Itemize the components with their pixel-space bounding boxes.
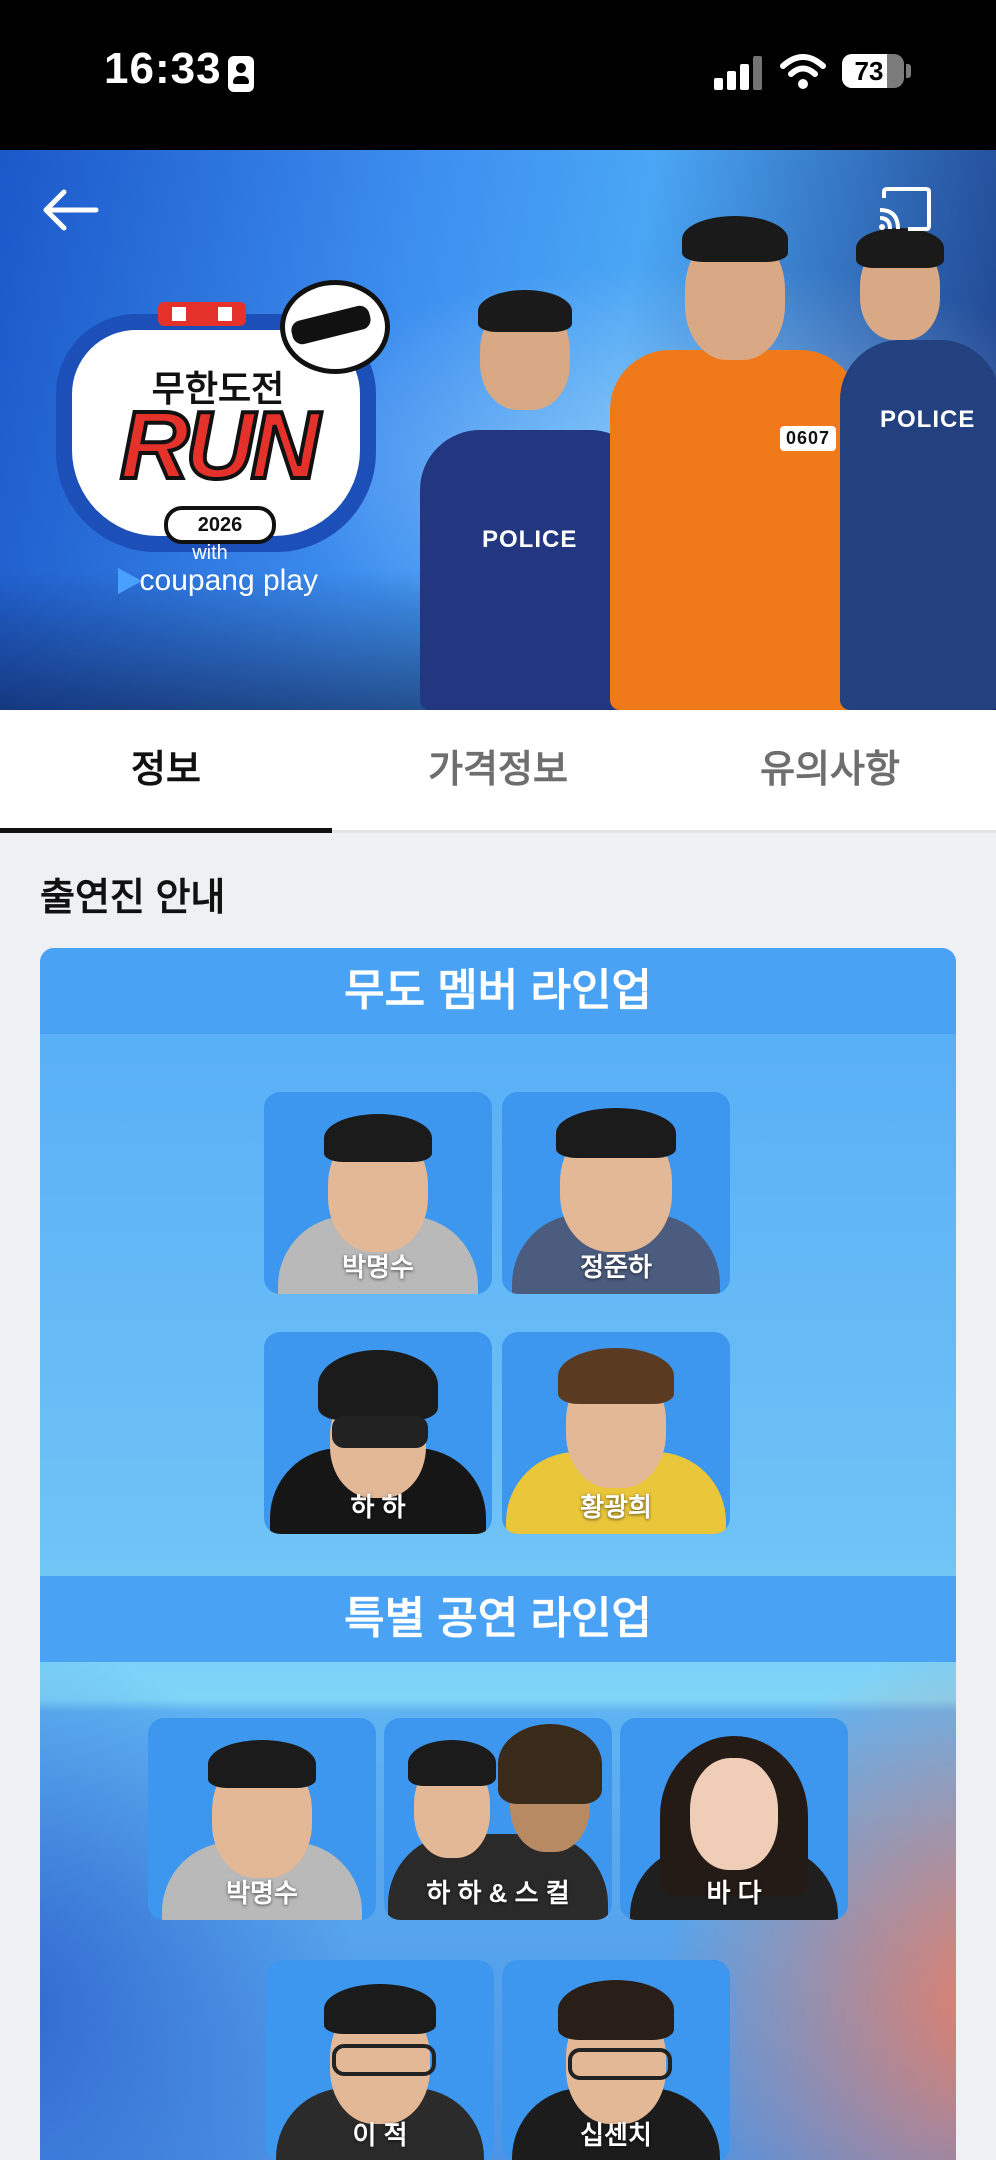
cast-card: 십센치 bbox=[502, 1960, 730, 2160]
battery-icon: 73 bbox=[842, 54, 904, 88]
cast-icon[interactable] bbox=[876, 186, 932, 232]
status-time: 16:33 bbox=[104, 44, 222, 93]
tab-price-info[interactable]: 가격정보 bbox=[332, 710, 664, 830]
tab-notice[interactable]: 유의사항 bbox=[664, 710, 996, 830]
tab-active-indicator bbox=[0, 828, 332, 833]
cast-lineup-poster: 무도 멤버 라인업 박명수 정준하 하 하 황광희 특별 공연 라인업 박명수 bbox=[40, 948, 956, 2160]
wifi-icon bbox=[780, 54, 826, 89]
cast-card: 황광희 bbox=[502, 1332, 730, 1534]
cast-name: 황광희 bbox=[580, 1492, 652, 1522]
logo-year: 2026 bbox=[164, 506, 276, 544]
cast-name: 정준하 bbox=[580, 1252, 652, 1282]
hero-banner: 무한도전 RUN 2026 with coupang play POLICE 0… bbox=[0, 150, 996, 710]
status-bar: 16:33 73 bbox=[0, 0, 996, 150]
lineup-title-members: 무도 멤버 라인업 bbox=[40, 948, 956, 1034]
cast-card: 이 적 bbox=[266, 1960, 494, 2160]
battery-percentage: 73 bbox=[854, 56, 884, 86]
signal-icon bbox=[714, 56, 762, 90]
lineup-title-special: 특별 공연 라인업 bbox=[40, 1576, 956, 1662]
back-arrow-icon[interactable] bbox=[36, 180, 106, 240]
cast-card: 하 하 bbox=[264, 1332, 492, 1534]
cast-card: 하 하 & 스 컬 bbox=[384, 1718, 612, 1920]
cast-name: 하 하 & 스 컬 bbox=[426, 1878, 570, 1908]
id-card-icon bbox=[228, 56, 254, 92]
cast-card: 바 다 bbox=[620, 1718, 848, 1920]
cast-name: 이 적 bbox=[352, 2120, 408, 2150]
cast-name: 하 하 bbox=[350, 1492, 406, 1522]
cast-name: 박명수 bbox=[342, 1252, 414, 1282]
police-figure-right: POLICE bbox=[820, 220, 996, 710]
cast-card: 정준하 bbox=[502, 1092, 730, 1294]
cast-name: 박명수 bbox=[226, 1878, 298, 1908]
section-title: 출연진 안내 bbox=[40, 877, 226, 919]
partner-name: coupang play bbox=[139, 564, 318, 597]
tab-info[interactable]: 정보 bbox=[0, 710, 332, 830]
tab-bar: 정보 가격정보 유의사항 bbox=[0, 710, 996, 833]
cast-card: 박명수 bbox=[148, 1718, 376, 1920]
cast-name: 십센치 bbox=[580, 2120, 652, 2150]
battery-tip bbox=[906, 64, 911, 78]
cast-card: 박명수 bbox=[264, 1092, 492, 1294]
cast-name: 바 다 bbox=[706, 1878, 762, 1908]
logo-title-run: RUN bbox=[118, 392, 322, 499]
